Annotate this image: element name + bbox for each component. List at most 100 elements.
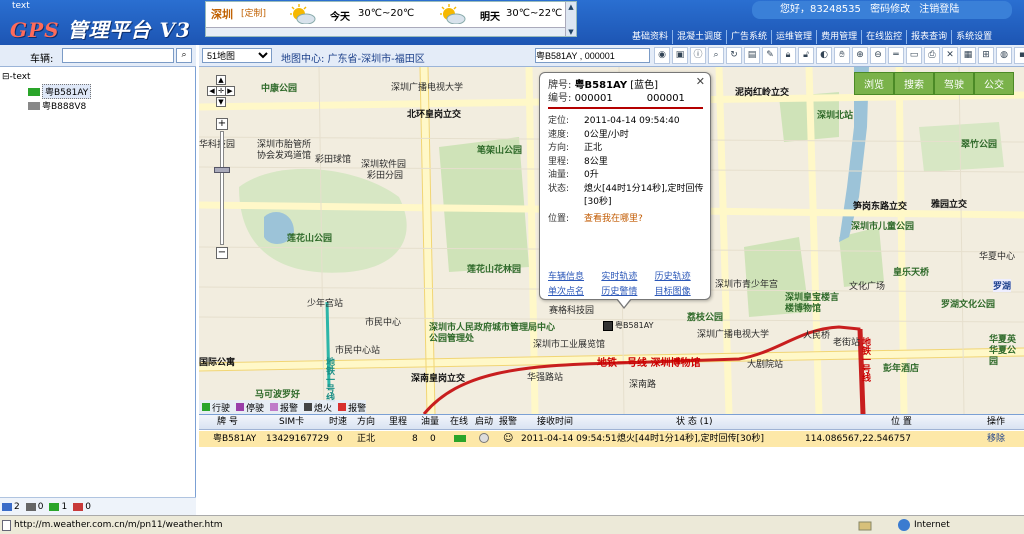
nav-ops-management[interactable]: 运维管理 [771,30,816,44]
online-status-icon [454,435,466,442]
col-speed[interactable]: 时速 [329,415,347,430]
map-type-select[interactable]: 51地图 [202,48,272,63]
vehicle-info-link[interactable]: 车辆信息 [548,269,601,282]
map-label: 彩田球馆 [315,155,352,165]
weather-hscroll[interactable] [206,27,566,36]
vehicle-icon[interactable]: ▦ [960,47,976,64]
zoom-out-icon[interactable]: ⊖ [870,47,886,64]
tree-vehicle-label: 粤B888V8 [42,102,87,112]
zoom-in-icon[interactable]: + [216,118,228,130]
nav-reports[interactable]: 报表查询 [906,30,951,44]
pan-down-icon[interactable]: ▼ [216,97,226,107]
realtime-track-link[interactable]: 实时轨迹 [601,269,654,282]
weather-vscroll[interactable]: ▲ ▼ [565,2,576,36]
tree-vehicle-item[interactable]: 粤B581AY [28,84,92,99]
zoom-slider-track[interactable] [220,131,224,245]
vehicle-marker[interactable]: 粤B581AY [603,320,654,331]
map-label: 深圳广播电视大学 [391,83,464,93]
unlock-icon[interactable]: 🔓︎ [798,47,814,64]
globe-icon[interactable]: ◍ [996,47,1012,64]
scroll-track[interactable] [566,13,576,27]
photo-icon[interactable]: ▤ [744,47,760,64]
tab-bus[interactable]: 公交 [974,72,1014,95]
refresh-icon[interactable]: ↻ [726,47,742,64]
col-sim[interactable]: SIM卡 [279,415,304,430]
col-alarm[interactable]: 报警 [499,415,517,430]
tab-browse[interactable]: 浏览 [854,72,894,95]
logout-link[interactable]: 注销登陆 [919,4,959,15]
single-rollcall-link[interactable]: 单次点名 [548,284,601,297]
nav-settings[interactable]: 系统设置 [951,30,996,44]
history-alarm-link[interactable]: 历史警情 [601,284,654,297]
today-label: 今天 [330,12,350,23]
col-time[interactable]: 接收时间 [537,415,573,430]
alert-icon [338,403,347,411]
nav-concrete-dispatch[interactable]: 混凝土调度 [672,30,726,44]
map-label: 协会发鸡道馆 [257,151,312,161]
camera-icon[interactable]: ▣ [672,47,688,64]
col-position[interactable]: 位 置 [891,415,912,430]
zoom-out-icon[interactable]: − [216,247,228,259]
col-fuel[interactable]: 油量 [421,415,439,430]
area-icon[interactable]: ▭ [906,47,922,64]
target-vehicle-input[interactable] [535,48,650,63]
zoom-in-icon[interactable]: ⊕ [852,47,868,64]
pan-right-icon[interactable]: ▶ [225,86,235,96]
scroll-down-icon[interactable]: ▼ [566,27,576,36]
map-view[interactable]: 中康公园 深圳广播电视大学 北环皇岗立交 深圳市胎管所 协会发鸡道馆 彩田球馆 … [199,67,1024,414]
map-label: 深南路 [629,380,657,390]
pan-up-icon[interactable]: ▲ [216,75,226,85]
col-mileage[interactable]: 里程 [389,415,407,430]
map-label: 文化广场 [849,282,886,292]
remove-link[interactable]: 移除 [987,431,1005,447]
tree-vehicle-item[interactable]: 粤B888V8 [28,99,86,112]
nav-basic-data[interactable]: 基础资料 [628,30,672,44]
map-label: 国际公寓 [199,358,236,368]
scroll-up-icon[interactable]: ▲ [566,2,576,13]
metro-line-label: 地铁一号线 [860,337,870,382]
info-icon[interactable]: ⓘ [690,47,706,64]
tag-icon[interactable]: ✎ [762,47,778,64]
weather-widget: 深圳 [定制] 今天 30℃~20℃ 明天 30℃~22℃ ▲ ▼ [205,1,577,37]
col-operation[interactable]: 操作 [987,415,1005,430]
target-image-link[interactable]: 目标图像 [655,284,708,297]
plate-label: 牌号: [548,80,572,91]
vehicle-search-input[interactable] [62,48,174,63]
table-row[interactable]: 粤B581AY 13429167729 0 正北 8 0 ☺ 2011-04-1… [199,431,1024,447]
history-track-link[interactable]: 历史轨迹 [655,269,708,282]
fence-icon[interactable]: ⊞ [978,47,994,64]
map-label: 彭年酒店 [883,364,920,374]
col-direction[interactable]: 方向 [357,415,375,430]
nav-online-monitor[interactable]: 在线监控 [861,30,906,44]
print-icon[interactable]: ⎙ [924,47,940,64]
detail-value: 0升 [584,170,599,180]
security-icon [858,521,872,531]
col-start[interactable]: 启动 [475,415,493,430]
nav-ad-system[interactable]: 广告系统 [726,30,771,44]
col-plate[interactable]: 牌 号 [217,415,238,430]
zoom-slider-knob[interactable] [214,167,230,173]
tree-root[interactable]: ⊟-text [2,71,31,83]
search-icon[interactable]: ⌕ [176,48,192,63]
weather-forecast-link[interactable]: [定制] [241,6,266,19]
nav-fee-management[interactable]: 费用管理 [816,30,861,44]
map-legend: 行驶 停驶 报警 熄火 报警 [199,400,367,414]
alarm-icon[interactable]: ◐ [816,47,832,64]
col-status[interactable]: 状 态 (1) [676,415,712,430]
tree-vehicle-label: 粤B581AY [42,84,92,99]
change-password-link[interactable]: 密码修改 [870,4,910,15]
ruler-icon[interactable]: ═ [888,47,904,64]
map-label: 莲花山公园 [287,234,333,244]
clear-icon[interactable]: ✕ [942,47,958,64]
map-label: 赛格科技园 [549,306,595,316]
tab-drive[interactable]: 驾驶 [934,72,974,95]
vehicle-tree: ⊟-text 粤B581AY 粤B888V8 [2,71,92,112]
locate-icon[interactable]: ◉ [654,47,670,64]
save-icon[interactable]: ▪ [1014,47,1024,64]
tab-search[interactable]: 搜索 [894,72,934,95]
lock-icon[interactable]: 🔒︎ [780,47,796,64]
zoom-search-icon[interactable]: ⌕ [708,47,724,64]
col-online[interactable]: 在线 [450,415,468,430]
hand-pan-icon[interactable]: ✋︎ [834,47,850,64]
location-link[interactable]: 查看我在哪里? [584,213,708,227]
